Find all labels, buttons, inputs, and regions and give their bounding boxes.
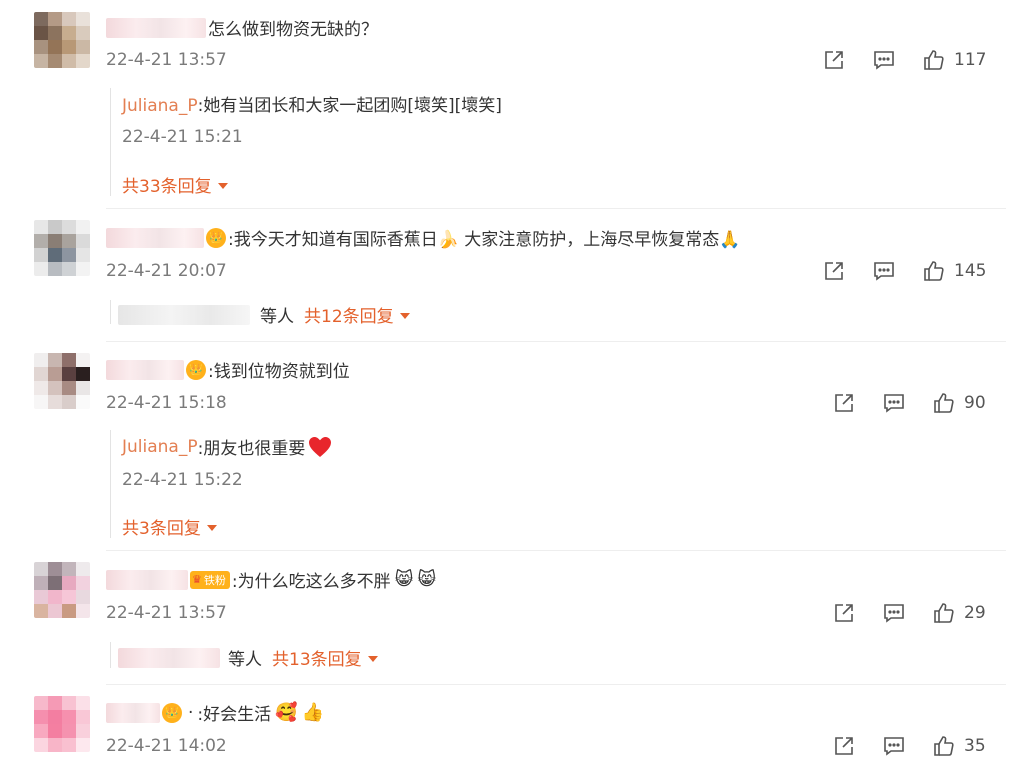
share-icon[interactable]	[832, 601, 856, 625]
heart-emoji-icon	[309, 436, 332, 457]
chevron-down-icon	[206, 524, 217, 531]
comment-time: 22-4-21 14:02	[106, 736, 227, 756]
share-icon[interactable]	[832, 734, 856, 758]
comment-icon[interactable]	[882, 734, 906, 758]
view-replies-link[interactable]: 共33条回复	[122, 172, 228, 197]
replier-names	[118, 647, 220, 668]
divider	[106, 208, 1006, 209]
username[interactable]	[106, 702, 160, 723]
comment-text: 怎么做到物资无缺的？	[106, 15, 378, 40]
avatar[interactable]	[34, 562, 90, 618]
like-icon[interactable]	[932, 391, 956, 415]
replier-names	[118, 304, 250, 325]
reply-divider	[110, 300, 111, 324]
share-icon[interactable]	[822, 48, 846, 72]
crown-icon: ♛	[192, 573, 202, 586]
fan-badge: ♛ 铁粉	[190, 570, 230, 589]
view-replies-link[interactable]: 共13条回复	[272, 645, 378, 670]
reply-text: Juliana_P:朋友也很重要	[122, 434, 333, 459]
reply-summary[interactable]: 等人 共12条回复	[118, 302, 410, 327]
like-icon[interactable]	[932, 601, 956, 625]
avatar[interactable]	[34, 12, 90, 68]
comment-actions: 117	[822, 47, 986, 73]
like-count: 35	[964, 736, 986, 756]
comment-text: 👑 :我今天才知道有国际香蕉日🍌 大家注意防护，上海尽早恢复常态🙏	[106, 225, 740, 250]
username[interactable]	[106, 359, 184, 380]
username[interactable]	[106, 227, 204, 248]
comment-icon[interactable]	[882, 391, 906, 415]
reply-time: 22-4-21 15:22	[122, 470, 243, 490]
username[interactable]	[106, 17, 206, 38]
reply-divider	[110, 430, 111, 538]
cat-emoji-icon: 😸	[394, 569, 414, 590]
comment-icon[interactable]	[872, 259, 896, 283]
reply-summary[interactable]: 等人 共13条回复	[118, 645, 378, 670]
like-icon[interactable]	[932, 734, 956, 758]
like-count: 29	[964, 603, 986, 623]
like-count: 117	[954, 50, 987, 70]
crown-badge-icon: 👑	[186, 359, 206, 380]
username[interactable]	[106, 569, 188, 590]
view-replies-link[interactable]: 共12条回复	[304, 302, 410, 327]
like-count: 90	[964, 393, 986, 413]
avatar[interactable]	[34, 696, 90, 752]
face-emoji-icon: 🥰	[275, 702, 298, 723]
comment-actions: 29	[832, 600, 986, 626]
like-icon[interactable]	[922, 259, 946, 283]
comment-time: 22-4-21 15:18	[106, 393, 227, 413]
divider	[106, 550, 1006, 551]
reply-username[interactable]: Juliana_P	[122, 437, 198, 457]
crown-badge-icon: 👑	[162, 702, 182, 723]
chevron-down-icon	[399, 312, 410, 319]
divider	[106, 684, 1006, 685]
thumbs-up-emoji-icon: 👍	[301, 702, 324, 723]
cat-emoji-icon: 😸	[417, 569, 437, 590]
like-count: 145	[954, 261, 987, 281]
avatar[interactable]	[34, 353, 90, 409]
like-icon[interactable]	[922, 48, 946, 72]
comment-actions: 145	[822, 258, 986, 284]
reply-username[interactable]: Juliana_P	[122, 96, 198, 116]
reply-divider	[110, 642, 111, 668]
comment-time: 22-4-21 13:57	[106, 603, 227, 623]
comment-text: 👑 :钱到位物资就到位	[106, 357, 350, 382]
comment-time: 22-4-21 20:07	[106, 261, 227, 281]
divider	[106, 341, 1006, 342]
comment-time: 22-4-21 13:57	[106, 50, 227, 70]
comment-icon[interactable]	[882, 601, 906, 625]
view-replies-link[interactable]: 共3条回复	[122, 514, 217, 539]
comment-text: 👑 · :好会生活 🥰 👍	[106, 700, 324, 725]
share-icon[interactable]	[832, 391, 856, 415]
avatar[interactable]	[34, 220, 90, 276]
chevron-down-icon	[217, 182, 228, 189]
comment-actions: 90	[832, 390, 986, 416]
comment-text: ♛ 铁粉 :为什么吃这么多不胖 😸 😸	[106, 567, 436, 592]
reply-divider	[110, 88, 111, 196]
comment-actions: 35	[832, 733, 986, 759]
reply-time: 22-4-21 15:21	[122, 127, 243, 147]
crown-badge-icon: 👑	[206, 227, 226, 248]
comment-icon[interactable]	[872, 48, 896, 72]
reply-text: Juliana_P:她有当团长和大家一起团购[壞笑][壞笑]	[122, 96, 502, 116]
share-icon[interactable]	[822, 259, 846, 283]
chevron-down-icon	[367, 655, 378, 662]
